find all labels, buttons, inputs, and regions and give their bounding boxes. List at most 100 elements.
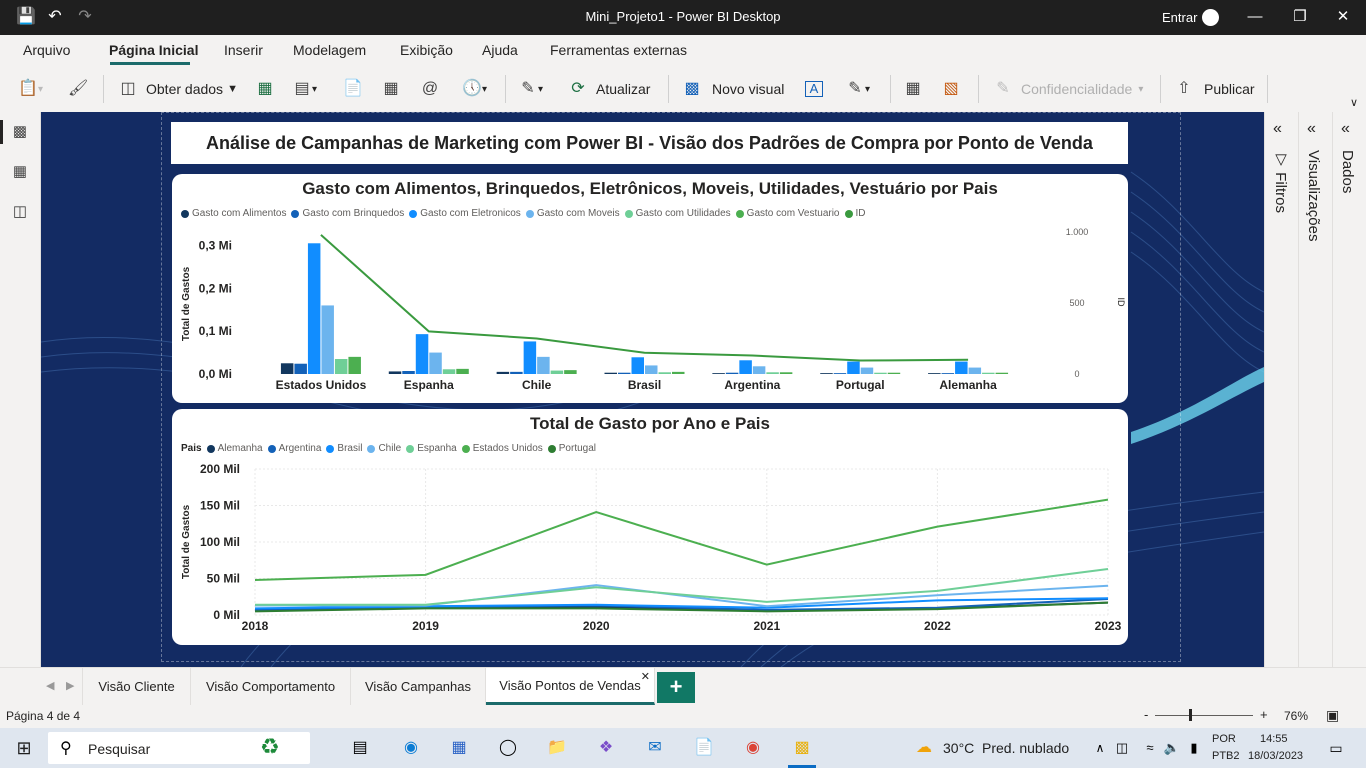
bar[interactable] — [294, 363, 307, 374]
expand-visualizations-icon[interactable]: « — [1307, 120, 1316, 138]
notepad-icon[interactable]: 📄 — [692, 736, 716, 760]
quick-measure-button[interactable]: ▧ — [941, 78, 961, 100]
fit-to-page-icon[interactable]: ▣ — [1326, 707, 1339, 724]
recent-sources-button[interactable]: 🕔 ▾ — [462, 78, 487, 100]
report-canvas[interactable]: Análise de Campanhas de Marketing com Po… — [41, 112, 1264, 667]
restore-button[interactable]: ❐ — [1285, 6, 1315, 28]
transform-data-button[interactable]: ✎ ▾ — [518, 78, 543, 100]
bar[interactable] — [820, 373, 833, 374]
power-bi-icon[interactable]: ▩ — [790, 736, 814, 760]
prev-page-icon[interactable]: ◀ — [46, 679, 54, 692]
page-tab-visao-comportamento[interactable]: Visão Comportamento — [191, 668, 351, 705]
bar[interactable] — [739, 360, 752, 374]
copilot-icon[interactable]: ❖ — [594, 736, 618, 760]
bar[interactable] — [874, 372, 887, 374]
bar[interactable] — [537, 356, 550, 374]
device-icon[interactable]: ◫ — [1110, 736, 1134, 760]
bar[interactable] — [928, 373, 941, 374]
get-data-button[interactable]: ◫ Obter dados ▼ — [118, 78, 238, 100]
wifi-icon[interactable]: ≈ — [1138, 736, 1162, 760]
clock-time[interactable]: 14:55 — [1260, 733, 1288, 745]
bar[interactable] — [631, 357, 645, 374]
weather-desc[interactable]: Pred. nublado — [982, 740, 1069, 756]
new-visual-button[interactable]: ▩ Novo visual — [682, 78, 784, 100]
dell-icon[interactable]: ◯ — [496, 736, 520, 760]
bar[interactable] — [334, 359, 348, 374]
edge-icon[interactable]: ◉ — [399, 736, 423, 760]
bar[interactable] — [955, 361, 968, 374]
format-painter-button[interactable]: 🖌 — [68, 78, 88, 100]
clock-date[interactable]: 18/03/2023 — [1248, 750, 1303, 762]
collapse-ribbon-icon[interactable]: ∨ — [1350, 96, 1358, 109]
bar[interactable] — [307, 243, 321, 374]
bar[interactable] — [995, 372, 1009, 374]
bar[interactable] — [658, 372, 672, 374]
zoom-in-button[interactable]: + — [1260, 707, 1268, 722]
combo-chart-visual[interactable]: Gasto com Alimentos, Brinquedos, Eletrôn… — [172, 174, 1128, 403]
weather-icon[interactable]: ☁ — [912, 736, 936, 760]
expand-filters-icon[interactable]: « — [1273, 120, 1282, 138]
bar[interactable] — [321, 305, 334, 374]
bar[interactable] — [779, 372, 793, 374]
add-page-button[interactable]: + — [657, 672, 695, 703]
tab-modelagem[interactable]: Modelagem — [293, 42, 366, 58]
bar[interactable] — [847, 361, 860, 374]
language[interactable]: POR — [1212, 733, 1236, 745]
battery-icon[interactable]: ▮ — [1182, 736, 1206, 760]
bar[interactable] — [982, 372, 995, 374]
text-box-button[interactable]: A — [805, 78, 823, 100]
search-box[interactable]: ⚲ Pesquisar ♻ — [48, 732, 310, 764]
bar[interactable] — [456, 368, 469, 374]
tab-ferramentas-externas[interactable]: Ferramentas externas — [550, 42, 687, 58]
onelake-button[interactable]: ▤ ▾ — [292, 78, 317, 100]
bar[interactable] — [348, 356, 361, 374]
bar[interactable] — [618, 372, 631, 374]
bar[interactable] — [725, 372, 739, 374]
page-tab-visao-pontos-de-vendas[interactable]: Visão Pontos de Vendas ✕ — [486, 668, 655, 705]
bar[interactable] — [604, 372, 618, 374]
bar[interactable] — [860, 367, 874, 374]
bar[interactable] — [402, 371, 415, 374]
bar[interactable] — [429, 352, 442, 374]
bar[interactable] — [941, 373, 955, 374]
tab-inserir[interactable]: Inserir — [224, 42, 263, 58]
bar[interactable] — [564, 370, 577, 374]
series-line[interactable] — [254, 498, 1109, 581]
volume-icon[interactable]: 🔈 — [1160, 736, 1184, 760]
page-tab-visao-campanhas[interactable]: Visão Campanhas — [351, 668, 486, 705]
series-line[interactable] — [255, 584, 1109, 608]
expand-data-icon[interactable]: « — [1341, 120, 1350, 138]
bar[interactable] — [712, 373, 725, 374]
tab-exibicao[interactable]: Exibição — [400, 42, 453, 58]
windows-start-icon[interactable]: ⊞ — [12, 736, 36, 760]
weather-temp[interactable]: 30°C — [943, 740, 974, 756]
file-explorer-icon[interactable]: 📁 — [545, 736, 569, 760]
signin-link[interactable]: Entrar — [1162, 10, 1197, 25]
table-view-icon[interactable]: ▦ — [10, 162, 30, 182]
tab-ajuda[interactable]: Ajuda — [482, 42, 518, 58]
tab-pagina-inicial[interactable]: Página Inicial — [109, 42, 198, 58]
bar[interactable] — [766, 372, 779, 374]
zoom-out-button[interactable]: - — [1144, 707, 1148, 722]
sql-button[interactable]: 📄 — [343, 78, 363, 100]
bar[interactable] — [523, 341, 537, 374]
notification-icon[interactable]: ▭ — [1324, 736, 1348, 760]
dataverse-button[interactable]: @ — [420, 78, 440, 100]
task-view-icon[interactable]: ▤ — [348, 736, 372, 760]
bar[interactable] — [968, 367, 982, 374]
bar[interactable] — [510, 371, 523, 374]
publish-button[interactable]: ⇧ Publicar — [1174, 78, 1254, 100]
close-tab-icon[interactable]: ✕ — [641, 670, 650, 683]
bar[interactable] — [496, 371, 510, 374]
bar[interactable] — [388, 371, 402, 374]
paste-button[interactable]: 📋 ▾ — [18, 78, 43, 100]
zoom-slider-thumb[interactable] — [1189, 709, 1192, 721]
new-measure-button[interactable]: ▦ — [903, 78, 923, 100]
keyboard-layout[interactable]: PTB2 — [1212, 750, 1240, 762]
show-hidden-icons-icon[interactable]: ∧ — [1088, 736, 1112, 760]
mail-icon[interactable]: ✉ — [643, 736, 667, 760]
tab-arquivo[interactable]: Arquivo — [23, 42, 70, 58]
chrome-icon[interactable]: ◉ — [741, 736, 765, 760]
report-view-icon[interactable]: ▩ — [10, 122, 30, 142]
bar[interactable] — [833, 373, 847, 374]
